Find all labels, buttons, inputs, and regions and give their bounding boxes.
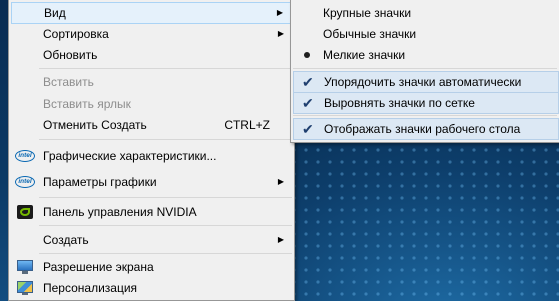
submenu-arrow-icon: ▶ — [276, 8, 283, 17]
display-icon — [15, 259, 37, 275]
intel-icon: intel — [15, 174, 37, 190]
nvidia-icon — [15, 204, 37, 220]
personalization-icon — [15, 280, 37, 296]
checkmark-icon: ✔ — [302, 121, 314, 137]
menu-item-label: Создать — [43, 233, 89, 247]
menu-item-view[interactable]: Вид ▶ — [11, 2, 292, 24]
menu-item-label: Упорядочить значки автоматически — [324, 75, 522, 89]
menu-item-screen-resolution[interactable]: Разрешение экрана — [11, 256, 292, 278]
menu-item-sort[interactable]: Сортировка ▶ — [11, 23, 292, 45]
intel-icon: intel — [15, 148, 37, 164]
view-submenu: Крупные значки Обычные значки Мелкие зна… — [290, 0, 559, 143]
submenu-item-large-icons[interactable]: Крупные значки — [293, 2, 559, 24]
menu-item-label: Вставить — [43, 75, 94, 89]
menu-item-label: Отменить Создать — [43, 118, 147, 132]
menu-item-personalization[interactable]: Персонализация — [11, 277, 292, 299]
menu-item-label: Обычные значки — [323, 27, 417, 41]
submenu-item-small-icons[interactable]: Мелкие значки — [293, 44, 559, 66]
menu-separator — [39, 197, 292, 198]
submenu-arrow-icon: ▶ — [277, 29, 284, 38]
menu-item-refresh[interactable]: Обновить — [11, 44, 292, 66]
menu-separator — [39, 68, 292, 69]
menu-item-label: Сортировка — [43, 27, 109, 41]
menu-separator — [293, 115, 557, 116]
menu-item-shortcut: CTRL+Z — [224, 118, 270, 132]
menu-item-paste-shortcut[interactable]: Вставить ярлык — [11, 93, 292, 115]
menu-separator — [293, 68, 557, 69]
menu-item-label: Вид — [44, 6, 66, 20]
submenu-arrow-icon: ▶ — [277, 235, 284, 244]
menu-item-label: Панель управления NVIDIA — [43, 205, 197, 219]
menu-separator — [39, 225, 292, 226]
menu-item-label: Отображать значки рабочего стола — [324, 122, 521, 136]
desktop-background — [0, 0, 8, 301]
menu-item-label: Разрешение экрана — [43, 260, 154, 274]
menu-item-label: Мелкие значки — [323, 48, 406, 62]
submenu-item-align-to-grid[interactable]: ✔ Выровнять значки по сетке — [293, 92, 559, 114]
menu-item-label: Крупные значки — [323, 6, 412, 20]
menu-item-graphics-options[interactable]: intel Параметры графики ▶ — [11, 171, 292, 193]
menu-item-label: Параметры графики — [43, 175, 157, 189]
desktop-context-menu: Вид ▶ Сортировка ▶ Обновить Вставить Вст… — [8, 0, 295, 301]
checkmark-icon: ✔ — [302, 95, 314, 111]
menu-separator — [39, 139, 292, 140]
submenu-item-show-desktop-icons[interactable]: ✔ Отображать значки рабочего стола — [293, 118, 559, 140]
menu-item-label: Персонализация — [43, 281, 138, 295]
menu-item-new[interactable]: Создать ▶ — [11, 229, 292, 251]
menu-separator — [39, 253, 292, 254]
menu-item-label: Выровнять значки по сетке — [324, 96, 475, 110]
menu-item-paste[interactable]: Вставить — [11, 71, 292, 93]
menu-item-label: Вставить ярлык — [43, 97, 131, 111]
submenu-item-auto-arrange[interactable]: ✔ Упорядочить значки автоматически — [293, 71, 559, 93]
checkmark-icon: ✔ — [302, 74, 314, 90]
menu-item-nvidia-control-panel[interactable]: Панель управления NVIDIA — [11, 201, 292, 223]
submenu-item-medium-icons[interactable]: Обычные значки — [293, 23, 559, 45]
radio-bullet-icon — [304, 52, 310, 58]
menu-item-label: Графические характеристики... — [43, 149, 217, 163]
submenu-arrow-icon: ▶ — [277, 177, 284, 186]
menu-item-label: Обновить — [43, 48, 98, 62]
menu-item-undo-create[interactable]: Отменить Создать CTRL+Z — [11, 114, 292, 136]
menu-item-graphics-properties[interactable]: intel Графические характеристики... — [11, 145, 292, 167]
